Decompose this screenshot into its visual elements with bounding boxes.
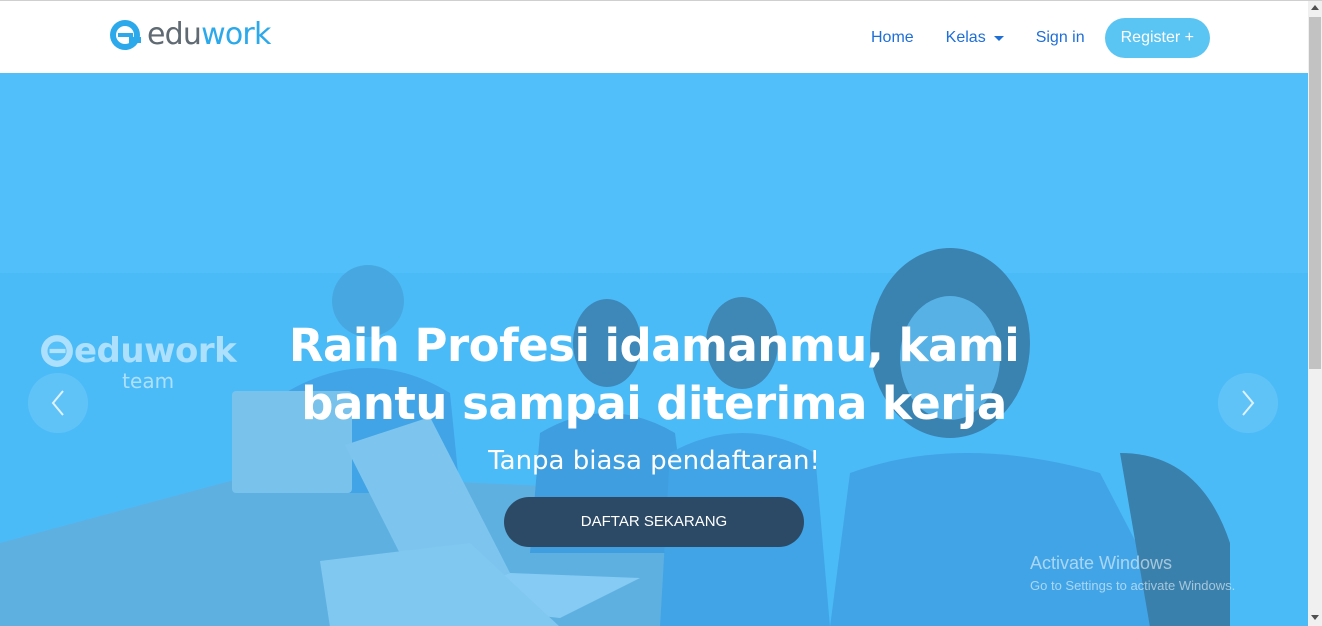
carousel-next-button[interactable] (1218, 373, 1278, 433)
scrollbar-thumb[interactable] (1309, 17, 1321, 369)
activate-windows-title: Activate Windows (1030, 553, 1173, 573)
nav-kelas-dropdown[interactable]: Kelas (930, 18, 1020, 58)
navbar: eduwork Home Kelas Sign in Register + (0, 1, 1308, 73)
chevron-right-icon (1242, 390, 1255, 416)
activate-windows-watermark: Activate Windows Go to Settings to activ… (1030, 553, 1235, 593)
scroll-down-arrow-icon[interactable] (1311, 615, 1319, 620)
brand-logo[interactable]: eduwork (109, 17, 271, 53)
register-button[interactable]: Register + (1104, 18, 1210, 58)
nav-home-link[interactable]: Home (855, 18, 930, 58)
nav-signin-link[interactable]: Sign in (1020, 18, 1101, 58)
caret-down-icon (993, 35, 1004, 41)
hero-content: Raih Profesi idamanmu, kami bantu sampai… (0, 317, 1308, 547)
nav-menu: Home Kelas Sign in Register + (855, 18, 1210, 58)
chevron-left-icon (51, 390, 64, 416)
hero-title-line-2: bantu sampai diterima kerja (301, 377, 1007, 430)
hero-title-line-1: Raih Profesi idamanmu, kami (288, 319, 1020, 372)
brand-name-work: work (201, 17, 271, 52)
scroll-up-arrow-icon[interactable] (1311, 5, 1319, 10)
brand-name-edu: edu (147, 17, 202, 52)
carousel-prev-button[interactable] (28, 373, 88, 433)
activate-windows-hint: Go to Settings to activate Windows. (1030, 578, 1236, 593)
hero-carousel: eduwork team Raih Profesi idamanmu, kami… (0, 73, 1308, 626)
vertical-scrollbar[interactable] (1308, 1, 1322, 626)
brand-name: eduwork (147, 20, 271, 50)
daftar-sekarang-button[interactable]: DAFTAR SEKARANG (504, 497, 804, 547)
page: eduwork Home Kelas Sign in Register + ed… (0, 0, 1322, 626)
hero-title: Raih Profesi idamanmu, kami bantu sampai… (0, 317, 1308, 433)
hero-subtitle: Tanpa biasa pendaftaran! (488, 446, 820, 476)
eduwork-e-logo-icon (110, 20, 141, 50)
nav-kelas-label: Kelas (945, 29, 986, 46)
